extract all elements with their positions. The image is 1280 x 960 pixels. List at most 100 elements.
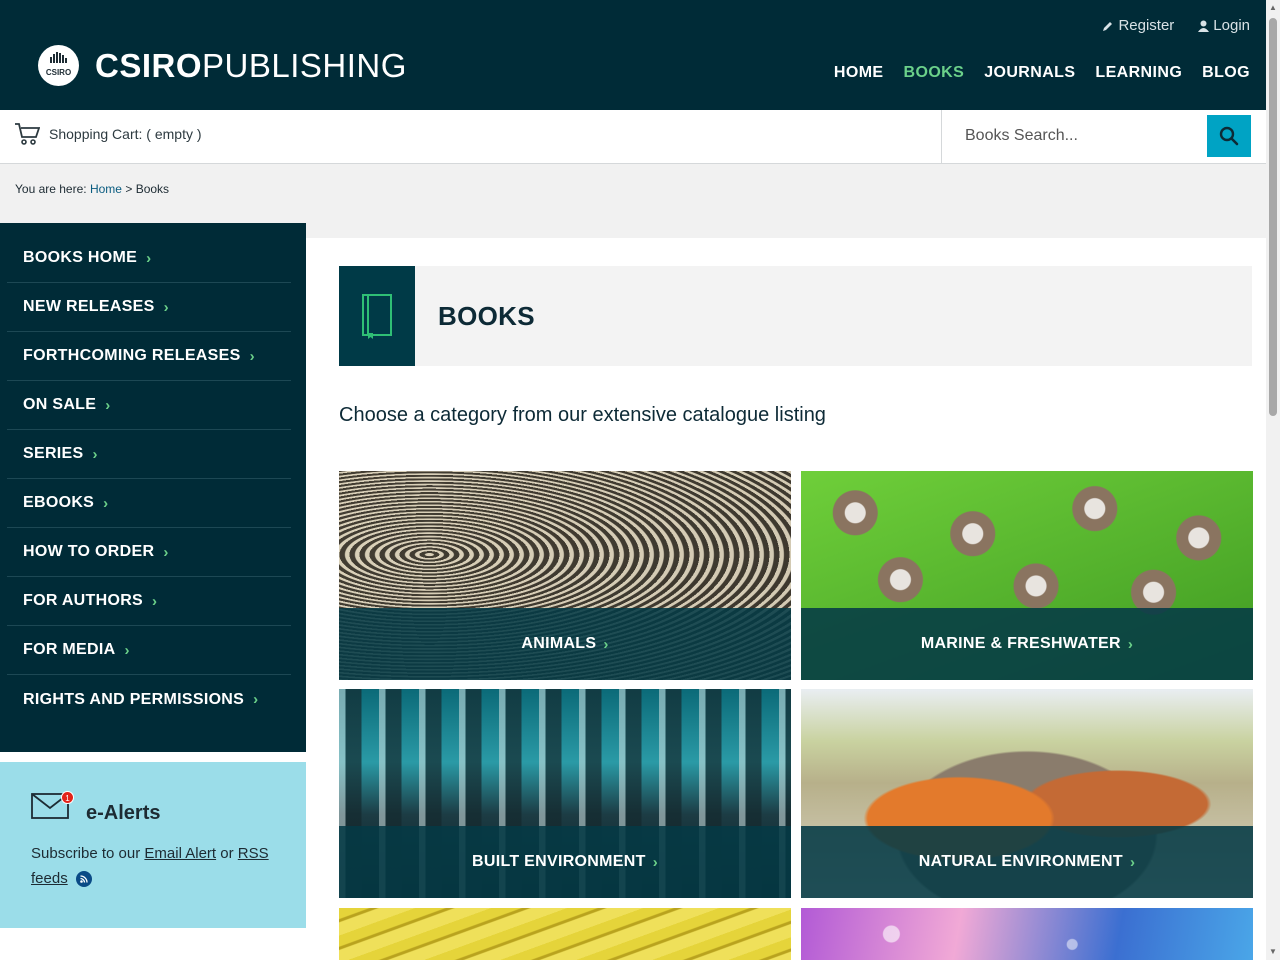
sidebar-item-label: HOW TO ORDER [23, 543, 155, 560]
chevron-right-icon: › [652, 853, 658, 871]
book-icon [339, 266, 415, 366]
page-intro: Choose a category from our extensive cat… [339, 404, 826, 426]
sidebar-link-how-to-order[interactable]: HOW TO ORDER › [23, 543, 169, 561]
category-tile-marine-freshwater[interactable]: MARINE & FRESHWATER › [801, 471, 1253, 680]
sidebar-item-on-sale[interactable]: ON SALE › [7, 381, 291, 430]
sidebar-item-label: NEW RELEASES [23, 298, 155, 315]
category-label: NATURAL ENVIRONMENT › [801, 826, 1253, 898]
main-nav: HOME BOOKS JOURNALS LEARNING BLOG [834, 64, 1250, 82]
nav-blog[interactable]: BLOG [1202, 64, 1250, 82]
nav-journals[interactable]: JOURNALS [984, 64, 1075, 82]
category-label-text: MARINE & FRESHWATER [920, 635, 1121, 652]
sidebar-item-label: FOR AUTHORS [23, 592, 144, 609]
ealerts-text: Subscribe to our Email Alert or RSS feed… [31, 841, 281, 891]
ealerts-text-before: Subscribe to our [31, 845, 141, 862]
category-tile-partial-right[interactable] [801, 908, 1253, 960]
category-tile-built-environment[interactable]: BUILT ENVIRONMENT › [339, 689, 791, 898]
chevron-right-icon: › [249, 347, 255, 365]
breadcrumb-separator: > [125, 182, 133, 196]
books-sidebar-nav: BOOKS HOME › NEW RELEASES › FORTHCOMING RE… [0, 223, 306, 752]
category-tile-natural-environment[interactable]: NATURAL ENVIRONMENT › [801, 689, 1253, 898]
page-title: BOOKS [438, 301, 535, 331]
chevron-right-icon: › [163, 543, 169, 561]
site-name-light: PUBLISHING [202, 47, 407, 84]
category-label: BUILT ENVIRONMENT › [339, 826, 791, 898]
chevron-right-icon: › [152, 592, 158, 610]
sidebar-item-label: SERIES [23, 445, 84, 462]
scroll-down-icon[interactable]: ▼ [1269, 947, 1277, 957]
ealerts-panel: 1 e-Alerts Subscribe to our Email Alert … [0, 762, 306, 928]
nav-books[interactable]: BOOKS [904, 64, 965, 82]
pencil-icon [1103, 21, 1113, 31]
cart-search-bar: Shopping Cart: ( empty ) [0, 110, 1266, 164]
chevron-right-icon: › [103, 494, 109, 512]
chevron-right-icon: › [105, 396, 111, 414]
chevron-right-icon: › [1127, 635, 1134, 653]
breadcrumb-home[interactable]: Home [90, 182, 122, 196]
sidebar-item-label: FOR MEDIA [23, 641, 116, 658]
sidebar-item-for-authors[interactable]: FOR AUTHORS › [7, 577, 291, 626]
scroll-up-icon[interactable]: ▲ [1269, 3, 1277, 13]
shopping-cart-link[interactable]: Shopping Cart: ( empty ) [14, 122, 202, 146]
sidebar-item-how-to-order[interactable]: HOW TO ORDER › [7, 528, 291, 577]
sidebar-link-forthcoming-releases[interactable]: FORTHCOMING RELEASES › [23, 347, 255, 365]
utility-links: Register Login [1102, 17, 1250, 34]
sidebar-item-label: BOOKS HOME [23, 249, 138, 266]
login-label: Login [1213, 17, 1250, 34]
site-logo[interactable]: CSIRO CSIROPUBLISHING [38, 45, 407, 86]
sidebar-item-books-home[interactable]: BOOKS HOME › [7, 234, 291, 283]
sidebar-item-new-releases[interactable]: NEW RELEASES › [7, 283, 291, 332]
category-tile-animals[interactable]: ANIMALS › [339, 471, 791, 680]
search-icon [1219, 126, 1239, 146]
rss-icon[interactable] [75, 871, 92, 887]
chevron-right-icon: › [124, 641, 130, 659]
chevron-right-icon: › [253, 691, 259, 708]
sidebar-link-ebooks[interactable]: EBOOKS › [23, 494, 108, 512]
breadcrumb-prefix: You are here: [15, 182, 87, 196]
sidebar-link-books-home[interactable]: BOOKS HOME › [23, 249, 151, 267]
cart-icon [15, 123, 40, 145]
chevron-right-icon: › [92, 445, 98, 463]
category-label: ANIMALS › [339, 608, 791, 680]
ealerts-text-or: or [220, 845, 234, 862]
chevron-right-icon: › [1129, 853, 1136, 871]
chevron-right-icon: › [163, 298, 169, 316]
category-label: MARINE & FRESHWATER › [801, 608, 1253, 680]
chevron-right-icon: › [603, 635, 609, 653]
user-icon [1198, 20, 1210, 32]
sidebar-link-rights-and-permissions[interactable]: RIGHTS AND PERMISSIONS › [23, 691, 258, 709]
breadcrumb-current: Books [135, 182, 170, 196]
sidebar-item-series[interactable]: SERIES › [7, 430, 291, 479]
sidebar-link-new-releases[interactable]: NEW RELEASES › [23, 298, 169, 316]
sidebar-item-label: RIGHTS AND PERMISSIONS [23, 690, 245, 708]
logo-mark-text: CSIRO [46, 68, 71, 77]
email-alert-link[interactable]: Email Alert [144, 845, 216, 862]
nav-home[interactable]: HOME [834, 64, 884, 82]
chevron-right-icon: › [146, 249, 152, 267]
sidebar-link-for-authors[interactable]: FOR AUTHORS › [23, 592, 157, 610]
page-scrollbar[interactable]: ▲ ▼ [1266, 0, 1280, 960]
category-label-text: BUILT ENVIRONMENT [472, 853, 646, 870]
sidebar-item-ebooks[interactable]: EBOOKS › [7, 479, 291, 528]
register-link[interactable]: Register [1102, 17, 1174, 34]
sidebar-item-label: EBOOKS [23, 494, 95, 511]
scrollbar-thumb[interactable] [1269, 18, 1277, 416]
books-search [941, 110, 1266, 163]
sidebar-link-series[interactable]: SERIES › [23, 445, 98, 463]
cart-label: Shopping Cart: ( empty ) [49, 126, 202, 142]
page-title-box: BOOKS [339, 266, 1252, 366]
sidebar-item-for-media[interactable]: FOR MEDIA › [7, 626, 291, 675]
category-tile-partial-left[interactable] [339, 908, 791, 960]
breadcrumb: You are here: Home > Books [15, 182, 169, 196]
sidebar-item-rights-and-permissions[interactable]: RIGHTS AND PERMISSIONS › [7, 675, 291, 724]
sidebar-link-for-media[interactable]: FOR MEDIA › [23, 641, 130, 659]
search-button[interactable] [1207, 115, 1251, 157]
books-search-input[interactable] [943, 116, 1205, 156]
sidebar-link-on-sale[interactable]: ON SALE › [23, 396, 111, 414]
category-label-text: ANIMALS [521, 635, 597, 652]
nav-learning[interactable]: LEARNING [1095, 64, 1182, 82]
login-link[interactable]: Login [1198, 17, 1250, 34]
sidebar-item-forthcoming-releases[interactable]: FORTHCOMING RELEASES › [7, 332, 291, 381]
csiro-logo-mark: CSIRO [38, 45, 79, 86]
register-label: Register [1118, 17, 1175, 34]
